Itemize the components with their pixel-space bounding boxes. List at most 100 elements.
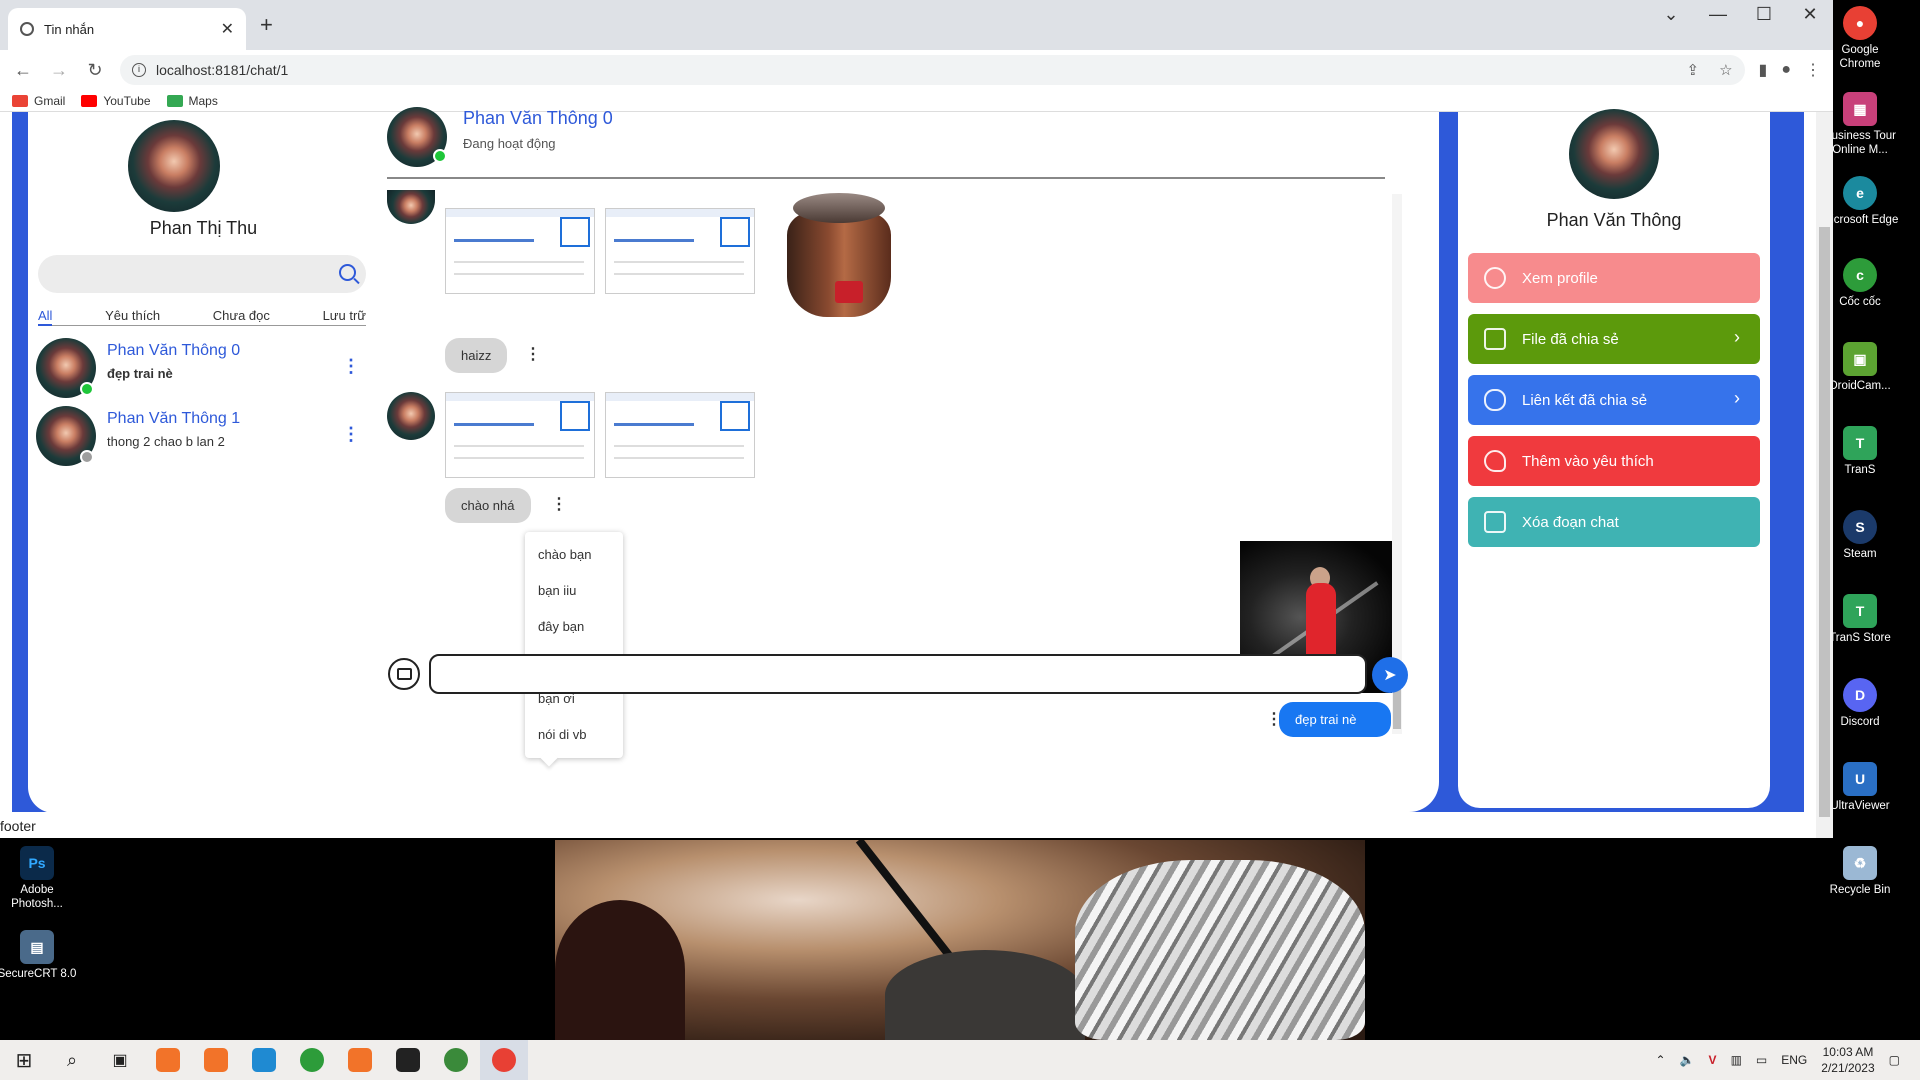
- online-status-dot: [80, 382, 94, 396]
- conversation-more-icon[interactable]: ⋮: [342, 424, 360, 445]
- filter-favorite[interactable]: Yêu thích: [105, 308, 160, 323]
- clock[interactable]: 10:03 AM 2/21/2023: [1821, 1044, 1874, 1076]
- quick-reply-item[interactable]: đây bạn: [525, 608, 623, 644]
- message-more-icon[interactable]: ⋮: [551, 494, 567, 514]
- maps-icon: [166, 94, 183, 107]
- quick-reply-item[interactable]: bạn iiu: [525, 572, 623, 608]
- notification-icon[interactable]: ▢: [1889, 1053, 1900, 1067]
- network-app-icon: [444, 1048, 468, 1072]
- rice-cooker-image[interactable]: [783, 193, 895, 319]
- maximize-button[interactable]: ☐: [1741, 4, 1787, 25]
- filter-all[interactable]: All: [38, 308, 53, 326]
- message-bubble[interactable]: chào nhá: [445, 488, 531, 523]
- message-bubble[interactable]: haizz: [445, 338, 508, 373]
- search-input[interactable]: [38, 255, 318, 293]
- language-indicator[interactable]: ENG: [1781, 1053, 1807, 1067]
- chevron-right-icon: ›: [1734, 327, 1740, 347]
- bookmark-maps[interactable]: Maps: [166, 94, 218, 108]
- tab-chat[interactable]: Tin nhắn ✕: [8, 8, 246, 50]
- offline-status-dot: [80, 450, 94, 464]
- chat-header-divider: [387, 177, 1385, 179]
- search-box[interactable]: [38, 255, 366, 293]
- page-scrollbar-thumb[interactable]: [1819, 227, 1830, 817]
- antivirus-icon[interactable]: V: [1709, 1053, 1717, 1067]
- taskbar-app-vscode[interactable]: [240, 1040, 288, 1080]
- taskbar-app-coccoc[interactable]: [288, 1040, 336, 1080]
- bookmark-youtube[interactable]: YouTube: [81, 94, 151, 108]
- close-window-button[interactable]: ✕: [1787, 4, 1833, 25]
- desktop-icon-recycle-bin[interactable]: ♻ Recycle Bin: [1820, 846, 1900, 897]
- chevron-up-icon[interactable]: ⌃: [1656, 1053, 1666, 1067]
- my-name: Phan Thị Thu: [149, 218, 258, 238]
- xampp-icon: [156, 1048, 180, 1072]
- taskbar-app-terminal[interactable]: [384, 1040, 432, 1080]
- start-button[interactable]: ⊞: [0, 1040, 48, 1080]
- shared-files-button[interactable]: File đã chia sẻ ›: [1468, 314, 1760, 364]
- volume-icon[interactable]: 🔈: [1680, 1053, 1695, 1067]
- network-icon[interactable]: ▥: [1731, 1053, 1742, 1067]
- task-view-button[interactable]: ▣: [96, 1040, 144, 1080]
- add-favorite-button[interactable]: Thêm vào yêu thích: [1468, 436, 1760, 486]
- bookmark-star-icon[interactable]: ☆: [1719, 61, 1732, 79]
- image-attachment[interactable]: [605, 392, 755, 478]
- chat-scrollbar[interactable]: [1392, 194, 1402, 734]
- conversation-last-message: thong 2 chao b lan 2: [107, 434, 225, 449]
- bookmark-gmail[interactable]: Gmail: [12, 94, 65, 108]
- task-view-icon: ▣: [112, 1052, 128, 1069]
- browser-toolbar: ← → ↻ i localhost:8181/chat/1 ⇪ ☆ ▮ ● ⋮: [0, 50, 1833, 90]
- taskbar-app-xampp-2[interactable]: [192, 1040, 240, 1080]
- minimize-button[interactable]: —: [1695, 4, 1741, 25]
- delete-chat-button[interactable]: Xóa đoạn chat: [1468, 497, 1760, 547]
- share-icon[interactable]: ⇪: [1686, 61, 1699, 79]
- desktop-icon-securecrt[interactable]: ▤ SecureCRT 8.0: [0, 930, 77, 981]
- image-attachment[interactable]: [445, 208, 595, 294]
- page-scrollbar[interactable]: [1816, 112, 1833, 838]
- battery-icon[interactable]: ▭: [1756, 1053, 1767, 1067]
- xampp-icon: [204, 1048, 228, 1072]
- filter-archived[interactable]: Lưu trữ: [323, 308, 366, 323]
- image-attachment[interactable]: [605, 208, 755, 294]
- xampp-icon: [348, 1048, 372, 1072]
- search-icon[interactable]: [339, 264, 356, 281]
- terminal-icon: [396, 1048, 420, 1072]
- conversation-item[interactable]: Phan Văn Thông 0 đẹp trai nè ⋮: [36, 338, 366, 400]
- conversation-item[interactable]: Phan Văn Thông 1 thong 2 chao b lan 2 ⋮: [36, 406, 366, 468]
- filter-unread[interactable]: Chưa đọc: [213, 308, 270, 323]
- taskbar-app-xampp[interactable]: [144, 1040, 192, 1080]
- image-attachment[interactable]: [445, 392, 595, 478]
- menu-icon[interactable]: ⋮: [1805, 60, 1821, 80]
- quick-reply-item[interactable]: chào bạn: [525, 536, 623, 572]
- tab-search-icon[interactable]: ⌄: [1648, 4, 1694, 25]
- taskbar-app-xampp-3[interactable]: [336, 1040, 384, 1080]
- message-input[interactable]: [429, 654, 1367, 694]
- site-info-icon[interactable]: i: [132, 63, 146, 77]
- conversation-last-message: đẹp trai nè: [107, 366, 173, 381]
- system-tray: ⌃ 🔈 V ▥ ▭ ENG 10:03 AM 2/21/2023 ▢: [1656, 1040, 1920, 1080]
- conversation-more-icon[interactable]: ⋮: [342, 356, 360, 377]
- shared-links-button[interactable]: Liên kết đã chia sẻ ›: [1468, 375, 1760, 425]
- taskbar-app-network[interactable]: [432, 1040, 480, 1080]
- send-button[interactable]: ➤: [1372, 657, 1408, 693]
- profile-icon[interactable]: ●: [1781, 61, 1791, 79]
- reload-button[interactable]: ↻: [84, 60, 106, 81]
- new-tab-button[interactable]: +: [260, 12, 273, 38]
- close-tab-icon[interactable]: ✕: [221, 19, 234, 39]
- forward-button[interactable]: →: [48, 60, 70, 81]
- sent-message-bubble[interactable]: đẹp trai nè: [1279, 702, 1391, 737]
- address-bar[interactable]: i localhost:8181/chat/1 ⇪ ☆: [120, 55, 1745, 85]
- coccoc-icon: [300, 1048, 324, 1072]
- windows-icon: ⊞: [15, 1049, 33, 1072]
- url-text: localhost:8181/chat/1: [156, 62, 289, 78]
- attach-image-button[interactable]: [388, 658, 420, 690]
- conversation-name: Phan Văn Thông 0: [107, 342, 241, 359]
- my-avatar[interactable]: [128, 120, 220, 212]
- side-panel-icon[interactable]: ▮: [1759, 60, 1768, 80]
- conversation-avatar: [36, 338, 96, 398]
- desktop-icon-photoshop[interactable]: Ps Adobe Photosh...: [0, 846, 77, 911]
- quick-reply-item[interactable]: nói di vb: [525, 716, 623, 752]
- taskbar-app-chrome[interactable]: [480, 1040, 528, 1080]
- back-button[interactable]: ←: [12, 60, 34, 81]
- search-taskbar-button[interactable]: ⌕: [48, 1040, 96, 1080]
- view-profile-button[interactable]: Xem profile: [1468, 253, 1760, 303]
- message-more-icon[interactable]: ⋮: [525, 344, 541, 364]
